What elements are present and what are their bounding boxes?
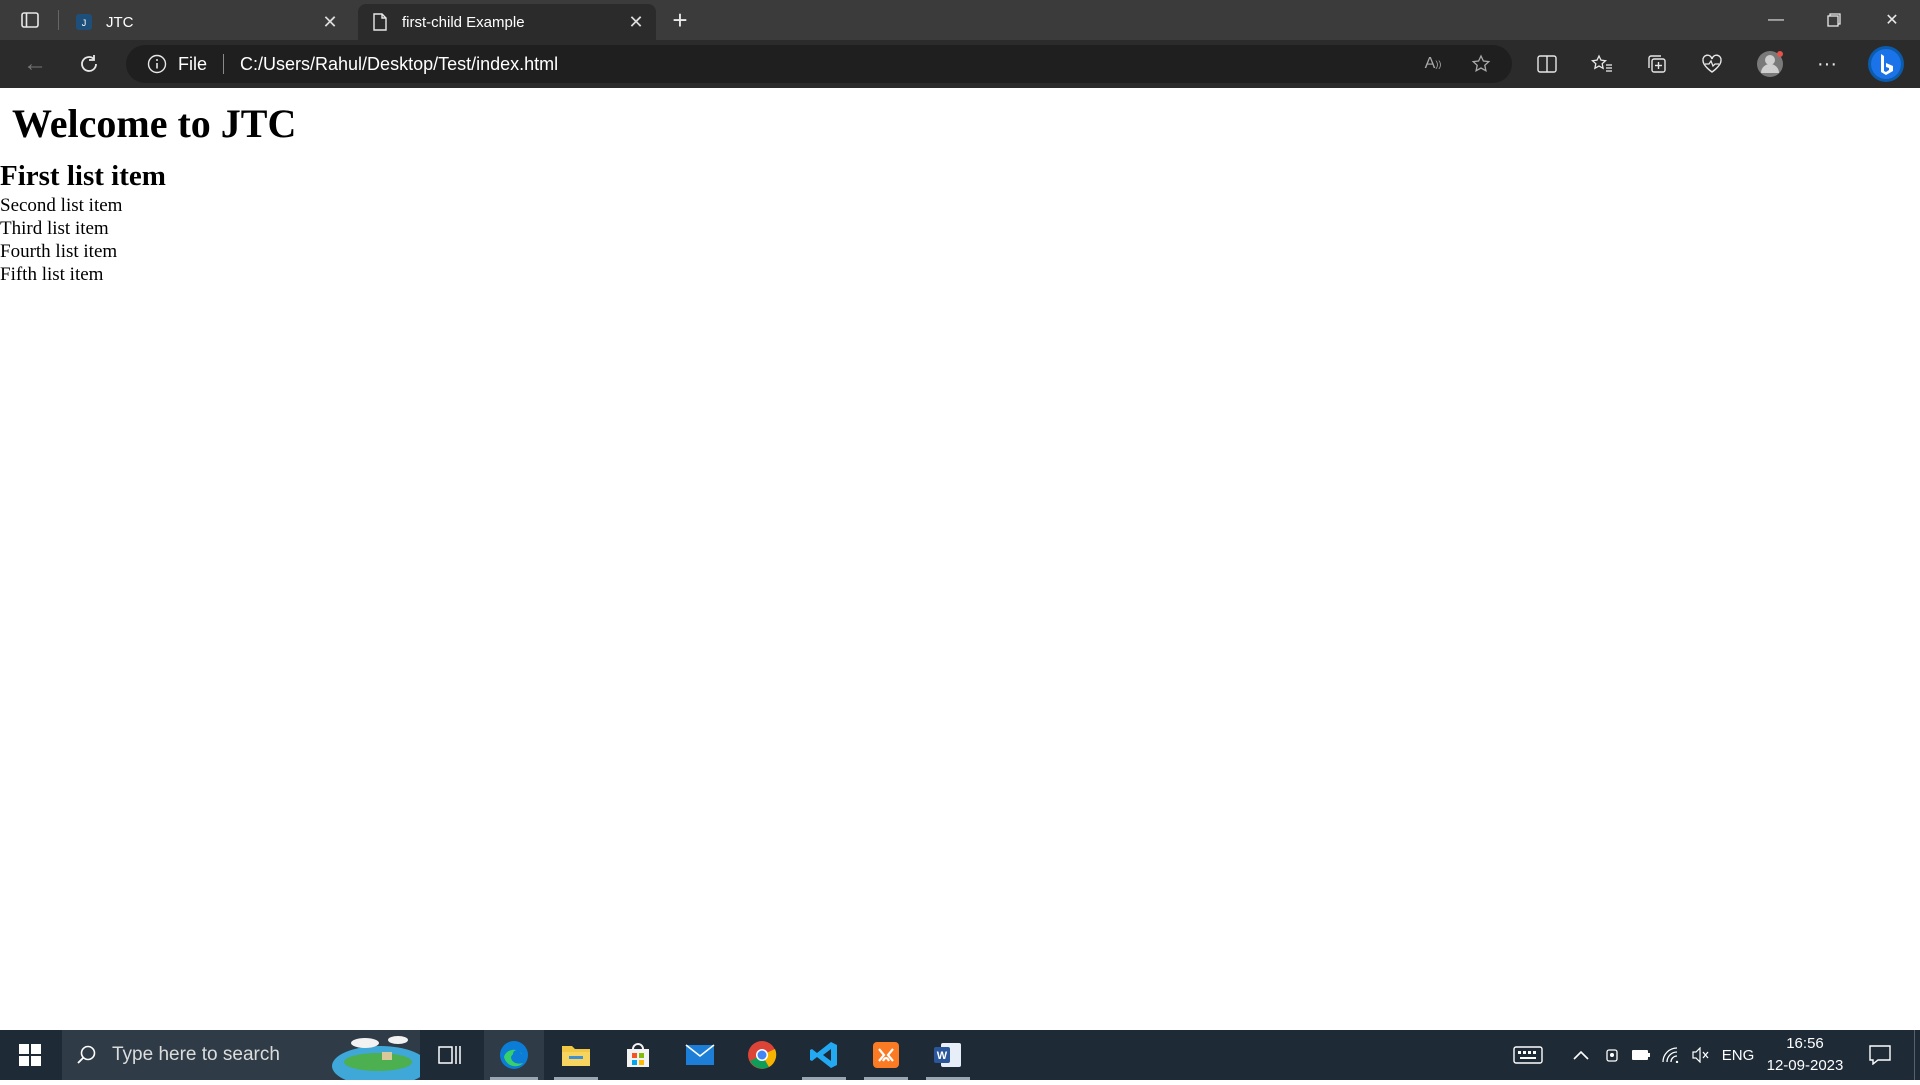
show-desktop-button[interactable] — [1914, 1030, 1920, 1080]
meet-now-icon[interactable] — [1600, 1030, 1626, 1080]
chrome-icon[interactable] — [732, 1030, 792, 1080]
first-list-item: First list item — [0, 160, 166, 192]
close-tab-icon[interactable]: ✕ — [624, 10, 648, 34]
list-item: Third list item — [0, 218, 109, 239]
mail-icon[interactable] — [670, 1030, 730, 1080]
scheme-label: File — [178, 53, 208, 74]
browser-toolbar: ← File C:/Users/Rahul/Desktop/Test/index… — [0, 40, 1920, 88]
tab-actions-icon[interactable] — [16, 8, 44, 32]
collections-icon[interactable] — [1642, 50, 1672, 78]
info-icon[interactable] — [146, 53, 168, 75]
favorites-icon[interactable] — [1587, 50, 1617, 78]
wifi-icon[interactable] — [1658, 1030, 1684, 1080]
word-icon[interactable]: W — [918, 1030, 978, 1080]
address-separator — [223, 54, 225, 74]
favorite-star-icon[interactable] — [1468, 51, 1494, 77]
xampp-icon[interactable] — [856, 1030, 916, 1080]
chevron-up-icon[interactable] — [1568, 1030, 1594, 1080]
microsoft-store-icon[interactable] — [608, 1030, 668, 1080]
list-item: Fourth list item — [0, 241, 118, 262]
browser-essentials-icon[interactable] — [1697, 50, 1727, 78]
tab-separator — [58, 10, 59, 30]
keyboard-icon[interactable] — [1508, 1030, 1548, 1080]
back-icon[interactable]: ← — [20, 50, 50, 78]
task-view-icon[interactable] — [430, 1030, 470, 1080]
taskbar-clock[interactable]: 16:56 12-09-2023 — [1760, 1030, 1850, 1080]
svg-text:J: J — [82, 18, 87, 28]
address-bar[interactable]: File C:/Users/Rahul/Desktop/Test/index.h… — [126, 45, 1512, 83]
tab-jtc[interactable]: J JTC ✕ — [62, 4, 350, 40]
close-tab-icon[interactable]: ✕ — [318, 10, 342, 34]
new-tab-icon[interactable]: + — [666, 5, 694, 35]
page-icon — [370, 12, 390, 32]
profile-avatar-icon[interactable] — [1754, 48, 1786, 80]
windows-start-icon[interactable] — [0, 1030, 60, 1080]
clock-date: 12-09-2023 — [1766, 1057, 1844, 1074]
language-indicator[interactable]: ENG — [1718, 1030, 1758, 1080]
list-item: Second list item — [0, 195, 123, 216]
read-aloud-icon[interactable]: A)) — [1420, 51, 1446, 77]
refresh-icon[interactable] — [74, 50, 104, 78]
page-content: Welcome to JTC First list item Second li… — [0, 88, 1920, 1030]
svg-text:W: W — [937, 1050, 948, 1062]
tab-first-child-example[interactable]: first-child Example ✕ — [358, 4, 656, 40]
taskbar: Type here to search W ENG 16:56 12-09-20… — [0, 1030, 1920, 1085]
search-icon — [76, 1044, 98, 1066]
tab-title: JTC — [106, 13, 134, 31]
restore-icon[interactable] — [1806, 0, 1862, 40]
bing-copilot-icon[interactable] — [1866, 44, 1906, 84]
minimize-icon[interactable]: — — [1748, 0, 1804, 40]
battery-icon[interactable] — [1628, 1030, 1654, 1080]
more-options-icon[interactable]: ··· — [1812, 50, 1842, 78]
tab-title: first-child Example — [402, 13, 525, 31]
jtc-favicon-icon: J — [74, 12, 94, 32]
tab-bar: J JTC ✕ first-child Example ✕ + — ✕ — [0, 0, 1920, 40]
speaker-muted-icon[interactable] — [1688, 1030, 1714, 1080]
file-explorer-icon[interactable] — [546, 1030, 606, 1080]
close-window-icon[interactable]: ✕ — [1864, 0, 1920, 40]
clock-time: 16:56 — [1786, 1035, 1824, 1052]
edge-taskbar-icon[interactable] — [484, 1030, 544, 1080]
split-screen-icon[interactable] — [1532, 50, 1562, 78]
page-heading: Welcome to JTC — [12, 101, 297, 146]
notification-center-icon[interactable] — [1860, 1030, 1900, 1080]
list-item: Fifth list item — [0, 264, 104, 285]
search-placeholder: Type here to search — [112, 1044, 280, 1065]
search-highlight-illustration — [320, 1030, 428, 1085]
taskbar-search-box[interactable]: Type here to search — [62, 1030, 428, 1085]
vscode-icon[interactable] — [794, 1030, 854, 1080]
url-text[interactable]: C:/Users/Rahul/Desktop/Test/index.html — [240, 54, 558, 75]
